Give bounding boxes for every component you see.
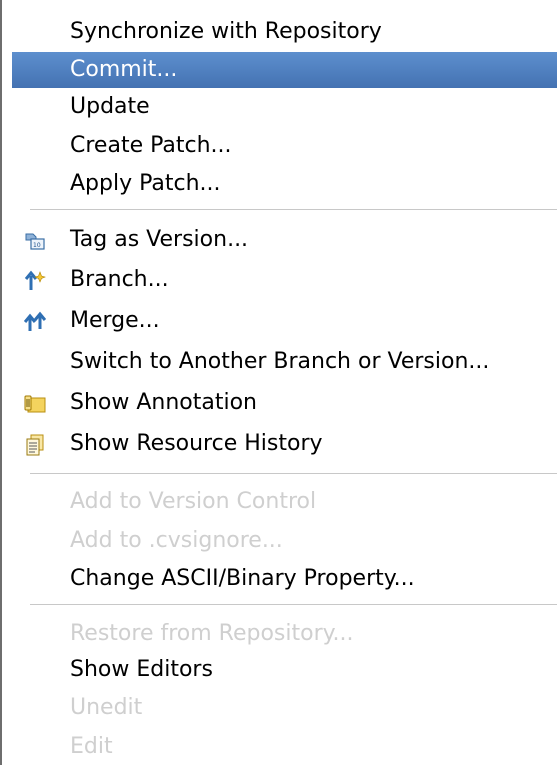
menu-item-label: Synchronize with Repository <box>70 19 382 44</box>
menu-item-unedit: Unedit <box>12 690 557 726</box>
menu-item-apply-patch[interactable]: Apply Patch... <box>12 166 557 202</box>
menu-item-label: Create Patch... <box>70 133 232 158</box>
menu-item-update[interactable]: Update <box>12 89 557 125</box>
menu-item-edit: Edit <box>12 729 557 765</box>
menu-separator <box>30 209 557 210</box>
menu-item-commit[interactable]: Commit... <box>12 52 557 88</box>
menu-item-label: Add to .cvsignore... <box>70 528 283 553</box>
menu-item-label: Show Editors <box>70 657 213 682</box>
tag-icon: 10 <box>24 230 46 252</box>
menu-separator <box>30 604 557 605</box>
menu-item-label: Restore from Repository... <box>70 621 354 646</box>
menu-item-label: Branch... <box>70 267 169 292</box>
menu-item-label: Tag as Version... <box>70 227 249 252</box>
menu-item-switch-branch[interactable]: Switch to Another Branch or Version... <box>12 344 557 380</box>
menu-item-synchronize[interactable]: Synchronize with Repository <box>12 14 557 50</box>
menu-item-label: Update <box>70 94 150 119</box>
menu-item-label: Switch to Another Branch or Version... <box>70 349 490 374</box>
menu-item-add-to-version-control: Add to Version Control <box>12 484 557 520</box>
menu-item-create-patch[interactable]: Create Patch... <box>12 128 557 164</box>
menu-item-label: Show Resource History <box>70 431 323 456</box>
menu-item-label: Show Annotation <box>70 390 257 415</box>
menu-item-branch[interactable]: Branch... <box>12 262 557 298</box>
menu-item-show-annotation[interactable]: Show Annotation <box>12 385 557 421</box>
menu-item-label: Change ASCII/Binary Property... <box>70 566 415 591</box>
annotation-icon <box>24 393 46 415</box>
menu-item-label: Unedit <box>70 695 143 720</box>
svg-text:10: 10 <box>33 242 41 249</box>
menu-item-show-history[interactable]: Show Resource History <box>12 426 557 462</box>
branch-icon <box>24 270 46 292</box>
menu-item-show-editors[interactable]: Show Editors <box>12 652 557 688</box>
context-menu: Synchronize with Repository Commit... Up… <box>0 0 557 765</box>
menu-item-change-ascii-binary[interactable]: Change ASCII/Binary Property... <box>12 561 557 597</box>
menu-item-label: Apply Patch... <box>70 171 221 196</box>
menu-item-add-to-cvsignore: Add to .cvsignore... <box>12 523 557 559</box>
menu-item-merge[interactable]: Merge... <box>12 303 557 339</box>
menu-item-restore-from-repository: Restore from Repository... <box>12 616 557 652</box>
menu-item-label: Edit <box>70 734 113 759</box>
menu-item-label: Merge... <box>70 308 160 333</box>
merge-icon <box>24 311 46 333</box>
menu-item-tag-as-version[interactable]: 10 Tag as Version... <box>12 222 557 258</box>
menu-item-label: Commit... <box>70 57 178 82</box>
history-icon <box>24 434 46 456</box>
menu-item-label: Add to Version Control <box>70 489 317 514</box>
menu-separator <box>30 473 557 474</box>
